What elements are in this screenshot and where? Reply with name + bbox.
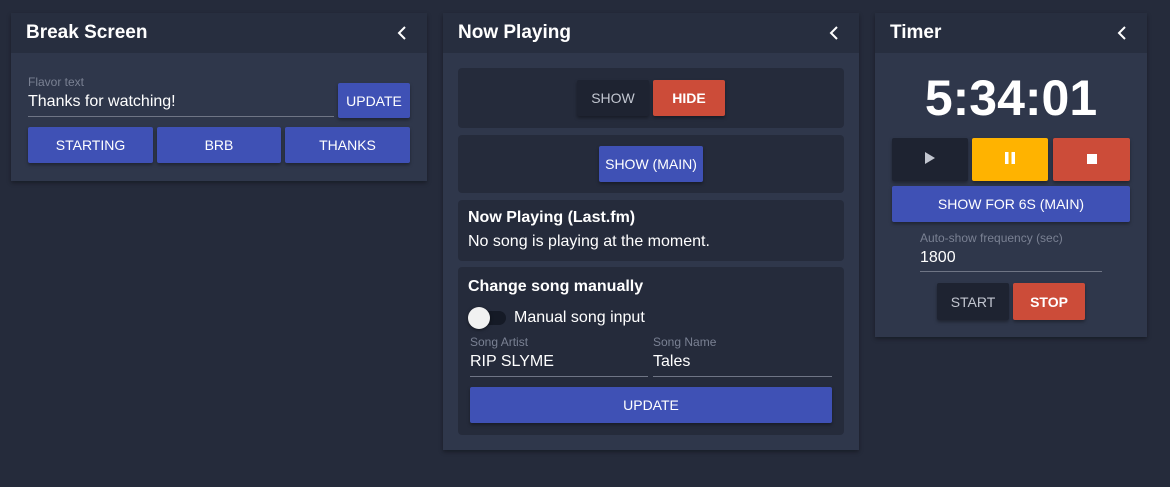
auto-show-frequency-input[interactable]: 1800 <box>920 249 956 267</box>
play-icon <box>924 151 936 168</box>
show-main-button[interactable]: SHOW (MAIN) <box>599 146 703 182</box>
now-playing-title: Now Playing <box>458 22 571 43</box>
toggle-thumb <box>468 307 490 329</box>
hide-button[interactable]: HIDE <box>653 80 725 116</box>
lastfm-status: No song is playing at the moment. <box>468 233 710 250</box>
flavor-update-button[interactable]: UPDATE <box>338 83 410 118</box>
now-playing-header: Now Playing <box>443 13 859 53</box>
pause-icon <box>1004 151 1016 168</box>
break-screen-panel: Break Screen Flavor text Thanks for watc… <box>11 13 427 181</box>
song-artist-underline <box>470 376 648 377</box>
song-name-underline <box>653 376 832 377</box>
break-screen-header: Break Screen <box>11 13 427 53</box>
thanks-button[interactable]: THANKS <box>285 127 410 163</box>
auto-show-frequency-underline <box>920 271 1102 272</box>
lastfm-title: Now Playing (Last.fm) <box>468 209 636 226</box>
chevron-left-icon[interactable] <box>1112 23 1132 43</box>
timer-play-button[interactable] <box>892 138 968 181</box>
lastfm-card: Now Playing (Last.fm) No song is playing… <box>458 200 844 261</box>
song-name-label: Song Name <box>653 335 717 349</box>
manual-song-card: Change song manually Manual song input S… <box>458 267 844 435</box>
show-for-main-button[interactable]: SHOW FOR 6S (MAIN) <box>892 186 1130 222</box>
song-artist-input[interactable]: RIP SLYME <box>470 353 554 371</box>
flavor-text-input[interactable]: Thanks for watching! <box>28 93 176 111</box>
chevron-left-icon[interactable] <box>392 23 412 43</box>
manual-song-toggle-label: Manual song input <box>514 309 645 326</box>
song-artist-label: Song Artist <box>470 335 529 349</box>
manual-song-toggle[interactable] <box>468 307 506 329</box>
timer-display: 5:34:01 <box>924 70 1098 126</box>
break-screen-title: Break Screen <box>26 22 148 43</box>
show-button[interactable]: SHOW <box>577 80 649 116</box>
timer-stop-button[interactable] <box>1053 138 1130 181</box>
flavor-text-label: Flavor text <box>28 75 85 89</box>
auto-show-stop-button[interactable]: STOP <box>1013 283 1085 320</box>
timer-pause-button[interactable] <box>972 138 1048 181</box>
now-playing-panel: Now Playing SHOW HIDE SHOW (MAIN) Now Pl… <box>443 13 859 450</box>
auto-show-frequency-label: Auto-show frequency (sec) <box>920 231 1063 245</box>
timer-panel: Timer 5:34:01 SHOW FOR 6S (MAIN) Auto-sh… <box>875 13 1147 337</box>
flavor-text-underline <box>28 116 334 117</box>
show-hide-card: SHOW HIDE <box>458 68 844 128</box>
show-main-card: SHOW (MAIN) <box>458 135 844 193</box>
stop-icon <box>1086 152 1098 168</box>
song-update-button[interactable]: UPDATE <box>470 387 832 423</box>
timer-title: Timer <box>890 22 942 43</box>
starting-button[interactable]: STARTING <box>28 127 153 163</box>
manual-song-title: Change song manually <box>468 278 644 295</box>
song-name-input[interactable]: Tales <box>653 353 690 371</box>
auto-show-start-button[interactable]: START <box>937 283 1009 320</box>
brb-button[interactable]: BRB <box>157 127 281 163</box>
chevron-left-icon[interactable] <box>824 23 844 43</box>
timer-header: Timer <box>875 13 1147 53</box>
